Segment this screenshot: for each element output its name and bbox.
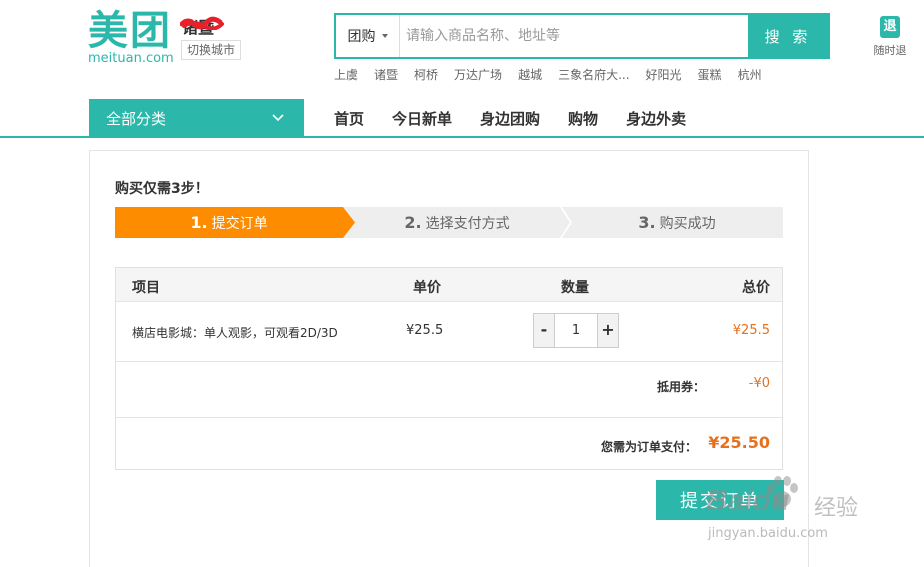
- search-input[interactable]: [400, 15, 748, 57]
- item-name: 横店电影城：单人观影，可观看2D/3D: [132, 326, 338, 340]
- step-number: 3.: [638, 213, 656, 232]
- unit-price: ¥25.5: [406, 323, 444, 338]
- nav-link-nearby-deals[interactable]: 身边团购: [480, 108, 540, 129]
- hot-word[interactable]: 杭州: [738, 66, 762, 83]
- hot-word[interactable]: 万达广场: [454, 66, 502, 83]
- step-number: 2.: [404, 213, 422, 232]
- hot-word[interactable]: 柯桥: [414, 66, 438, 83]
- chevron-down-icon: [272, 114, 284, 122]
- search-button[interactable]: 搜 索: [748, 15, 828, 57]
- step-label: 提交订单: [211, 215, 268, 232]
- step-choose-payment: 2. 选择支付方式: [351, 207, 563, 238]
- pay-total-value: ¥25.50: [708, 433, 770, 452]
- payment-total-row: 您需为订单支付： ¥25.50: [116, 418, 782, 470]
- hot-word[interactable]: 蛋糕: [698, 66, 722, 83]
- pay-total-label: 您需为订单支付：: [601, 440, 698, 454]
- step-number: 1.: [190, 213, 208, 232]
- voucher-row: 抵用券： -¥0: [116, 362, 782, 418]
- progress-steps: 1. 提交订单 2. 选择支付方式 3. 购买成功: [115, 207, 783, 238]
- quantity-decrease-button[interactable]: -: [534, 314, 554, 347]
- col-header-quantity: 数量: [561, 280, 589, 296]
- search-type-label: 团购: [347, 29, 376, 45]
- nav-link-shopping[interactable]: 购物: [568, 108, 598, 129]
- logo-text-en: meituan.com: [88, 51, 174, 66]
- meituan-order-page: 美团 meituan.com 诸暨 切换城市 团购 搜 索 上虞 诸暨 柯桥 万…: [0, 0, 924, 567]
- step-purchase-success: 3. 购买成功: [571, 207, 783, 238]
- refund-label: 随时退: [873, 44, 907, 57]
- redaction-scribble: [180, 16, 224, 30]
- all-categories-label: 全部分类: [106, 110, 167, 128]
- order-panel: 购买仅需3步！ 1. 提交订单 2. 选择支付方式 3. 购买成功 项目 单价 …: [89, 150, 809, 567]
- step-submit-order: 1. 提交订单: [115, 207, 343, 238]
- steps-title: 购买仅需3步！: [115, 181, 209, 197]
- quantity-input[interactable]: 1: [554, 314, 598, 347]
- quantity-increase-button[interactable]: +: [598, 314, 618, 347]
- watermark-brand: Baidu: [706, 484, 790, 517]
- switch-city-button[interactable]: 切换城市: [181, 40, 241, 60]
- hot-word[interactable]: 诸暨: [374, 66, 398, 83]
- watermark-url: jingyan.baidu.com: [708, 526, 828, 541]
- nav-link-home[interactable]: 首页: [334, 108, 364, 129]
- col-header-total: 总价: [742, 280, 770, 296]
- hot-word[interactable]: 越城: [518, 66, 542, 83]
- step-label: 选择支付方式: [425, 215, 510, 232]
- main-nav: 首页 今日新单 身边团购 购物 身边外卖: [334, 108, 714, 129]
- step-label: 购买成功: [659, 215, 716, 232]
- hot-search-words: 上虞 诸暨 柯桥 万达广场 越城 三象名府大... 好阳光 蛋糕 杭州: [334, 66, 778, 83]
- col-header-unit-price: 单价: [413, 280, 441, 296]
- table-header: 项目 单价 数量 总价: [116, 268, 782, 302]
- all-categories-button[interactable]: 全部分类: [89, 99, 304, 138]
- search-bar: 团购 搜 索: [334, 13, 830, 59]
- voucher-label: 抵用券：: [657, 380, 706, 394]
- refund-icon: 退: [880, 16, 900, 38]
- meituan-logo[interactable]: 美团 meituan.com: [88, 8, 178, 66]
- nav-link-new-today[interactable]: 今日新单: [392, 108, 452, 129]
- logo-text-cn: 美团: [88, 8, 172, 54]
- quantity-stepper: - 1 +: [533, 313, 619, 348]
- order-table: 项目 单价 数量 总价 横店电影城：单人观影，可观看2D/3D ¥25.5 - …: [115, 267, 783, 470]
- baidu-jingyan-watermark: Baidu 经验 jingyan.baidu.com: [706, 466, 906, 556]
- voucher-value: -¥0: [748, 376, 770, 391]
- watermark-cn: 经验: [814, 496, 859, 521]
- col-header-item: 项目: [132, 280, 160, 296]
- hot-word[interactable]: 上虞: [334, 66, 358, 83]
- refund-anytime-link[interactable]: 退 随时退: [870, 16, 910, 58]
- caret-down-icon: [381, 34, 388, 38]
- hot-word[interactable]: 好阳光: [646, 66, 682, 83]
- nav-link-delivery[interactable]: 身边外卖: [626, 108, 686, 129]
- hot-word[interactable]: 三象名府大...: [558, 66, 629, 83]
- row-total-price: ¥25.5: [732, 323, 770, 338]
- search-type-dropdown[interactable]: 团购: [336, 15, 400, 57]
- table-row: 横店电影城：单人观影，可观看2D/3D ¥25.5 - 1 + ¥25.5: [116, 302, 782, 362]
